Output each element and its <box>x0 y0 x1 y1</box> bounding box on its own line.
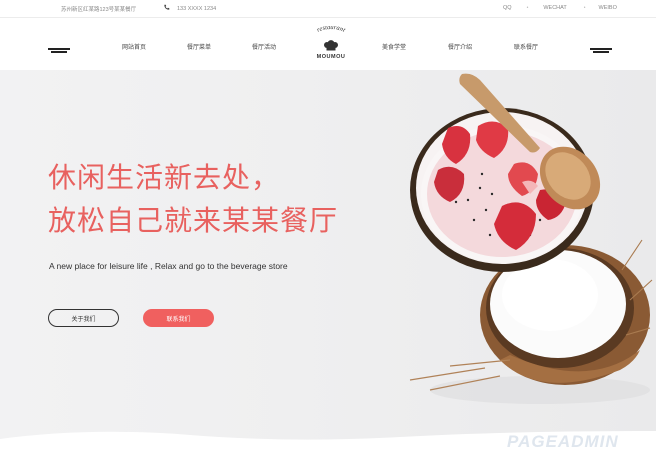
logo-arc-text: restaurant <box>316 26 347 34</box>
menu-lines-icon[interactable] <box>48 41 70 59</box>
watermark-text: PAGEADMIN <box>507 432 619 451</box>
phone-number: 133 XXXX 1234 <box>177 5 217 12</box>
hero-banner: 休闲生活新去处， 放松自己就来某某餐厅 A new place for leis… <box>0 70 656 465</box>
top-info-bar: 苏州新区红某路123号某某餐厅 133 XXXX 1234 QQ • WECHA… <box>0 0 656 18</box>
nav-item-events[interactable]: 餐厅活动 <box>252 42 276 51</box>
hero-headline-line2: 放松自己就来某某餐厅 <box>48 204 339 237</box>
coconut-bowl-image <box>409 73 653 404</box>
nav-item-home[interactable]: 网站首页 <box>122 42 146 51</box>
phone-contact: 133 XXXX 1234 <box>163 4 216 13</box>
restaurant-logo[interactable]: restaurant MOUMOU <box>306 24 356 66</box>
phone-icon <box>163 4 170 13</box>
social-link-wechat[interactable]: WECHAT <box>543 5 566 11</box>
separator-dot: • <box>583 5 586 11</box>
nav-item-food-school[interactable]: 美食学堂 <box>382 42 406 51</box>
nav-item-contact[interactable]: 联系餐厅 <box>514 42 538 51</box>
social-link-weibo[interactable]: WEIBO <box>599 5 617 11</box>
nav-item-about[interactable]: 餐厅介绍 <box>448 42 472 51</box>
address-text: 苏州新区红某路123号某某餐厅 <box>61 7 137 13</box>
social-links: QQ • WECHAT • WEIBO <box>503 5 617 11</box>
hero-subtitle: A new place for leisure life , Relax and… <box>49 261 288 271</box>
menu-lines-icon[interactable] <box>590 41 612 59</box>
main-navigation: 网站首页 餐厅菜单 餐厅活动 restaurant MOUMOU 美食学堂 餐厅… <box>0 18 656 70</box>
logo-brand-name: MOUMOU <box>316 54 346 60</box>
about-us-button[interactable]: 关于我们 <box>48 309 119 327</box>
chef-hat-icon <box>324 40 338 51</box>
separator-dot: • <box>526 5 529 11</box>
nav-item-menu[interactable]: 餐厅菜单 <box>187 42 211 51</box>
social-link-qq[interactable]: QQ <box>503 5 512 11</box>
hero-headline-line1: 休闲生活新去处， <box>48 161 281 194</box>
contact-us-button[interactable]: 联系我们 <box>143 309 214 327</box>
